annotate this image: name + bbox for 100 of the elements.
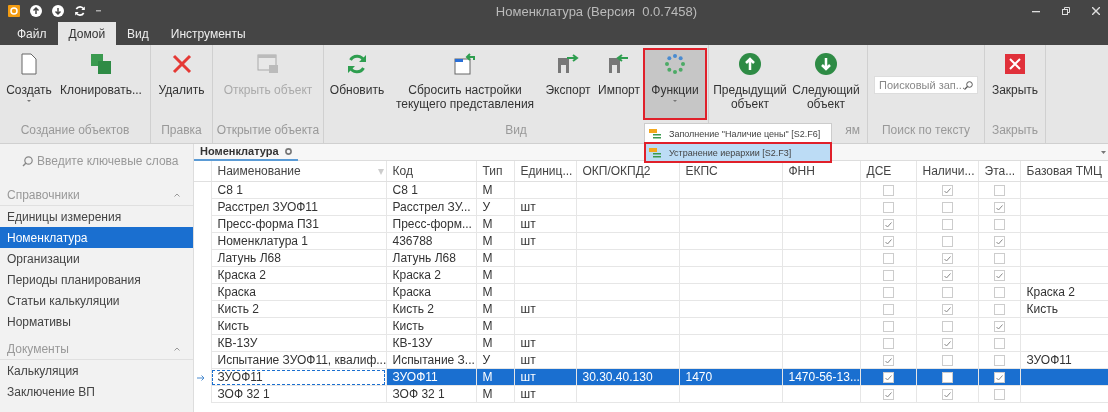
checkbox[interactable] bbox=[941, 202, 953, 214]
table-cell: М bbox=[482, 319, 493, 333]
checkbox[interactable] bbox=[941, 253, 953, 265]
checkbox[interactable] bbox=[993, 372, 1005, 384]
table-cell: С8 1 bbox=[217, 183, 243, 197]
checkbox[interactable] bbox=[882, 355, 894, 367]
checkbox[interactable] bbox=[941, 236, 953, 248]
checkbox[interactable] bbox=[882, 253, 894, 265]
sidebar-item[interactable]: Нормативы bbox=[0, 311, 193, 332]
ribbon-button[interactable]: Обновить bbox=[327, 50, 387, 118]
search-field[interactable]: Поисковый зап... bbox=[874, 76, 978, 94]
sidebar-item[interactable]: Организации bbox=[0, 248, 193, 269]
search-icon bbox=[964, 80, 973, 90]
group-label: Закрыть bbox=[991, 123, 1039, 137]
restore-icon[interactable] bbox=[1062, 7, 1070, 15]
ribbon-button[interactable]: Предыдущий объект bbox=[712, 50, 788, 118]
ribbon-button[interactable]: Клонировать... bbox=[55, 50, 147, 118]
checkbox[interactable] bbox=[993, 253, 1005, 265]
arrow-icon bbox=[197, 375, 205, 381]
checkbox[interactable] bbox=[941, 338, 953, 350]
refresh-icon[interactable] bbox=[74, 5, 86, 17]
ribbon-button[interactable]: Функции bbox=[645, 50, 705, 118]
document-tab[interactable]: Номенклатура bbox=[194, 143, 298, 161]
table-cell: С8 1 bbox=[392, 183, 418, 197]
sidebar-item[interactable]: Статьи калькуляции bbox=[0, 290, 193, 311]
column-header[interactable]: ЕКПС bbox=[679, 161, 782, 182]
ribbon-button[interactable]: Сбросить настройки текущего представления bbox=[387, 50, 543, 118]
checkbox[interactable] bbox=[882, 236, 894, 248]
column-header[interactable]: Единиц... bbox=[514, 161, 576, 182]
checkbox[interactable] bbox=[882, 219, 894, 231]
checkbox[interactable] bbox=[941, 372, 953, 384]
menu-tab[interactable]: Домой bbox=[57, 22, 117, 45]
arrow-up-circle-icon[interactable] bbox=[30, 5, 42, 17]
checkbox[interactable] bbox=[941, 219, 953, 231]
sidebar-item[interactable]: Калькуляция bbox=[0, 360, 193, 381]
column-header[interactable]: Код bbox=[386, 161, 476, 182]
ribbon-button[interactable]: Удалить bbox=[154, 50, 209, 118]
checkbox[interactable] bbox=[993, 304, 1005, 316]
checkbox[interactable] bbox=[882, 270, 894, 282]
filter-icon[interactable] bbox=[377, 169, 384, 175]
checkbox[interactable] bbox=[882, 372, 894, 384]
arrow-down-circle-icon[interactable] bbox=[52, 5, 64, 17]
table-cell: Кисть bbox=[1026, 302, 1058, 316]
menu-tab[interactable]: Инструменты bbox=[159, 22, 257, 45]
checkbox[interactable] bbox=[882, 185, 894, 197]
sidebar-item[interactable]: Единицы измерения bbox=[0, 206, 193, 227]
window-title: Номенклатура (Версия 0.0.7458) bbox=[495, 3, 698, 19]
checkbox[interactable] bbox=[993, 202, 1005, 214]
checkbox[interactable] bbox=[941, 304, 953, 316]
group-label: Создание объектов bbox=[20, 123, 130, 137]
table-cell: КВ-13У bbox=[217, 336, 258, 350]
checkbox[interactable] bbox=[882, 389, 894, 401]
ribbon-button[interactable]: Создать bbox=[3, 50, 55, 118]
column-header[interactable]: Наименование bbox=[211, 161, 386, 182]
search-field[interactable]: Введите ключевые слова bbox=[37, 154, 187, 168]
table-cell: Краска 2 bbox=[217, 268, 267, 282]
column-header[interactable]: Базовая ТМЦ bbox=[1020, 161, 1108, 182]
menu-tab[interactable]: Файл bbox=[6, 22, 58, 45]
sidebar-item[interactable]: Заключение ВП bbox=[0, 381, 193, 402]
ribbon-button[interactable]: Закрыть bbox=[988, 50, 1042, 118]
table-cell: шт bbox=[520, 217, 536, 231]
table-cell: шт bbox=[520, 200, 536, 214]
checkbox[interactable] bbox=[993, 236, 1005, 248]
table-cell: ЗОФ 32 1 bbox=[217, 387, 270, 401]
checkbox[interactable] bbox=[993, 321, 1005, 333]
column-header[interactable]: Эта... bbox=[978, 161, 1020, 182]
menu-item[interactable]: Устранение иерархии [S2.F3] bbox=[645, 143, 831, 162]
table-cell: М bbox=[482, 183, 493, 197]
column-header[interactable]: ОКП/ОКПД2 bbox=[576, 161, 679, 182]
checkbox[interactable] bbox=[941, 355, 953, 367]
menu-tab[interactable]: Вид bbox=[116, 22, 160, 45]
column-header[interactable]: ДСЕ bbox=[860, 161, 916, 182]
column-header[interactable]: Тип bbox=[476, 161, 514, 182]
column-header[interactable]: Наличи... bbox=[916, 161, 978, 182]
checkbox[interactable] bbox=[882, 338, 894, 350]
checkbox[interactable] bbox=[882, 287, 894, 299]
checkbox[interactable] bbox=[941, 287, 953, 299]
checkbox[interactable] bbox=[941, 321, 953, 333]
table-cell: 436788 bbox=[392, 234, 433, 248]
table-cell: КВ-13У bbox=[392, 336, 433, 350]
column-header[interactable]: ФНН bbox=[782, 161, 860, 182]
checkbox[interactable] bbox=[993, 389, 1005, 401]
ribbon-button[interactable]: Следующий объект bbox=[788, 50, 864, 118]
checkbox[interactable] bbox=[941, 185, 953, 197]
close-icon[interactable] bbox=[1092, 7, 1100, 15]
checkbox[interactable] bbox=[941, 389, 953, 401]
checkbox[interactable] bbox=[882, 321, 894, 333]
checkbox[interactable] bbox=[993, 355, 1005, 367]
checkbox[interactable] bbox=[882, 202, 894, 214]
checkbox[interactable] bbox=[882, 304, 894, 316]
checkbox[interactable] bbox=[941, 270, 953, 282]
checkbox[interactable] bbox=[993, 270, 1005, 282]
checkbox[interactable] bbox=[993, 219, 1005, 231]
checkbox[interactable] bbox=[993, 338, 1005, 350]
sidebar-item[interactable]: Номенклатура bbox=[0, 227, 193, 248]
sidebar-item[interactable]: Периоды планирования bbox=[0, 269, 193, 290]
ribbon-button[interactable]: Экспорт bbox=[543, 50, 593, 118]
table-cell: М bbox=[482, 217, 493, 231]
checkbox[interactable] bbox=[993, 185, 1005, 197]
checkbox[interactable] bbox=[993, 287, 1005, 299]
